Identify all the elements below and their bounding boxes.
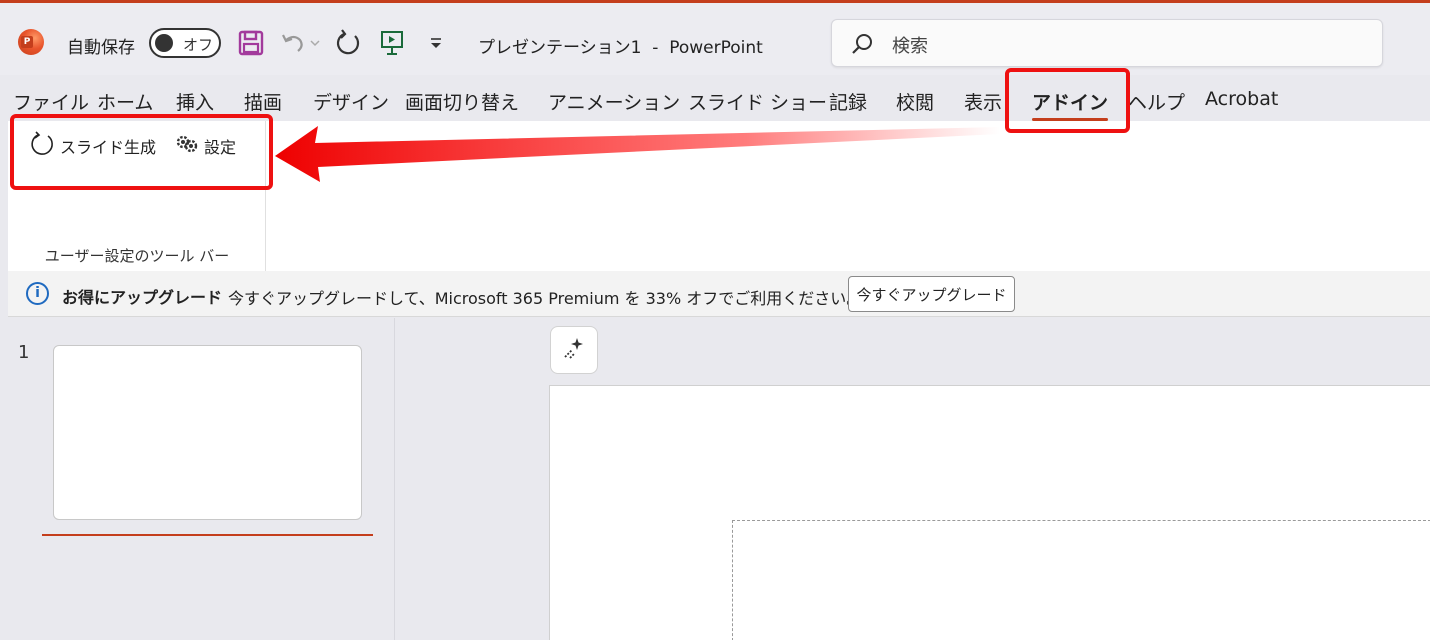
undo-dropdown-icon[interactable]: [307, 28, 323, 58]
slide-number: 1: [18, 342, 30, 363]
tab-design[interactable]: デザイン: [313, 88, 389, 115]
tab-draw[interactable]: 描画: [244, 88, 282, 115]
generate-slides-label: スライド生成: [60, 138, 157, 157]
tab-view[interactable]: 表示: [964, 88, 1002, 115]
customize-qat-icon[interactable]: [421, 28, 451, 58]
custom-toolbar-group: スライド生成 設定 ユーザー設定のツール バー: [8, 121, 266, 271]
refresh-icon: [30, 131, 56, 161]
tab-home[interactable]: ホーム: [97, 88, 153, 115]
toggle-knob: [155, 34, 173, 52]
tab-insert[interactable]: 挿入: [176, 88, 214, 115]
present-icon[interactable]: [377, 28, 407, 58]
notice-message: 今すぐアップグレードして、Microsoft 365 Premium を 33%…: [228, 289, 863, 308]
tab-slideshow[interactable]: スライド ショー: [688, 88, 827, 115]
info-icon: i: [26, 282, 49, 305]
insertion-marker: [42, 534, 373, 536]
tab-animations[interactable]: アニメーション: [548, 88, 680, 115]
tab-help[interactable]: ヘルプ: [1128, 88, 1185, 115]
upgrade-notice-bar: i お得にアップグレード 今すぐアップグレードして、Microsoft 365 …: [8, 271, 1430, 317]
settings-label: 設定: [204, 138, 237, 157]
tab-acrobat[interactable]: Acrobat: [1205, 88, 1278, 110]
tab-review[interactable]: 校閲: [896, 88, 934, 115]
search-placeholder: 検索: [892, 36, 928, 57]
slide-canvas[interactable]: [549, 385, 1430, 640]
tab-addins[interactable]: アドイン: [1032, 88, 1109, 121]
settings-button[interactable]: 設定: [174, 133, 236, 159]
autosave-label: 自動保存: [67, 38, 135, 58]
tab-file[interactable]: ファイル: [13, 88, 89, 115]
ribbon-panel: スライド生成 設定 ユーザー設定のツール バー: [8, 121, 1430, 271]
designer-sparkle-button[interactable]: [550, 326, 598, 374]
powerpoint-logo-icon: P: [18, 29, 44, 55]
document-title: プレゼンテーション1 - PowerPoint: [478, 38, 763, 58]
slide-thumbnail[interactable]: [53, 345, 362, 520]
generate-slides-button[interactable]: スライド生成: [30, 131, 157, 161]
sparkle-wand-icon: [561, 335, 587, 365]
redo-icon[interactable]: [334, 28, 364, 58]
autosave-toggle[interactable]: オフ: [149, 28, 221, 58]
title-bar: P 自動保存 オフ プレゼンテーション1 - PowerPoint 検索: [0, 3, 1430, 75]
slide-thumbnail-pane: 1: [0, 318, 395, 640]
autosave-toggle-state: オフ: [183, 36, 214, 54]
group-label: ユーザー設定のツール バー: [44, 247, 230, 265]
notice-title: お得にアップグレード: [62, 288, 223, 307]
search-box[interactable]: 検索: [831, 19, 1383, 67]
ribbon-tabs: ファイル ホーム 挿入 描画 デザイン 画面切り替え アニメーション スライド …: [0, 80, 1430, 121]
search-icon: [850, 32, 874, 60]
tab-record[interactable]: 記録: [829, 88, 867, 115]
undo-icon[interactable]: [278, 28, 308, 58]
slide-placeholder[interactable]: [732, 520, 1430, 640]
gears-icon: [174, 131, 200, 161]
upgrade-now-button[interactable]: 今すぐアップグレード: [848, 276, 1015, 312]
save-icon[interactable]: [236, 28, 266, 58]
tab-transitions[interactable]: 画面切り替え: [405, 88, 519, 115]
